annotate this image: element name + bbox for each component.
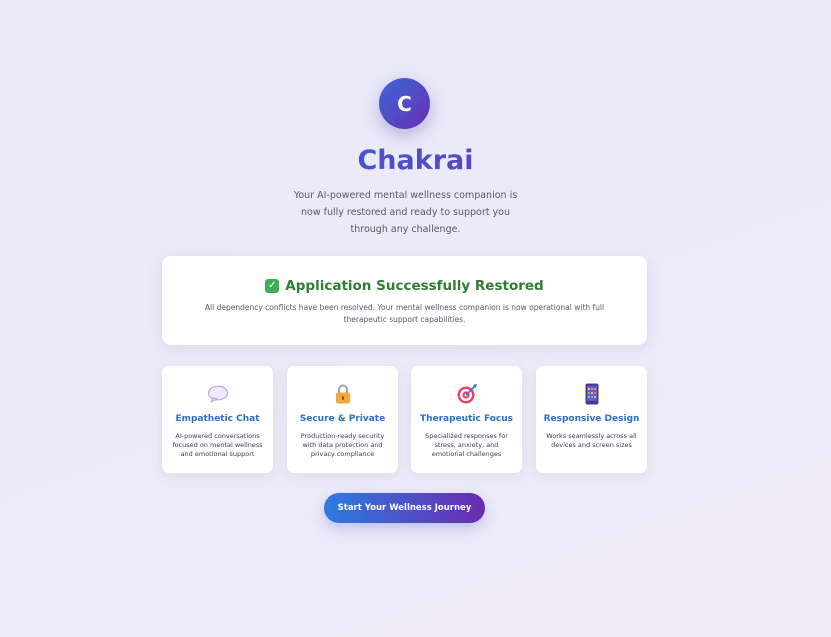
status-card: ✓ Application Successfully Restored All … <box>162 256 647 345</box>
target-icon <box>411 383 522 405</box>
feature-title: Empathetic Chat <box>175 414 260 424</box>
feature-description: Works seamlessly across all devices and … <box>546 432 637 449</box>
app-name: Chakrai <box>0 145 831 176</box>
start-wellness-journey-button[interactable]: Start Your Wellness Journey <box>324 493 485 523</box>
tagline: Your AI-powered mental wellness companio… <box>293 190 518 235</box>
padlock-icon <box>287 383 398 405</box>
feature-card-empathetic-chat: Empathetic Chat AI-powered conversations… <box>162 366 273 473</box>
mobile-phone-icon <box>536 383 647 405</box>
feature-description: AI-powered conversations focused on ment… <box>172 432 263 458</box>
status-description: All dependency conflicts have been resol… <box>204 303 605 324</box>
feature-title: Therapeutic Focus <box>419 414 514 424</box>
page: C Chakrai Your AI-powered mental wellnes… <box>0 0 831 637</box>
status-title: Application Successfully Restored <box>285 278 544 294</box>
feature-card-responsive-design: Responsive Design Works seamlessly acros… <box>536 366 647 473</box>
speech-bubble-icon <box>162 383 273 405</box>
feature-grid: Empathetic Chat AI-powered conversations… <box>162 366 647 473</box>
check-box-icon: ✓ <box>265 279 280 293</box>
feature-card-therapeutic-focus: Therapeutic Focus Specialized responses … <box>411 366 522 473</box>
feature-title: Responsive Design <box>543 414 640 424</box>
app-logo: C <box>379 78 430 129</box>
status-heading: ✓ Application Successfully Restored <box>162 278 647 294</box>
feature-description: Production-ready security with data prot… <box>300 432 385 458</box>
feature-title: Secure & Private <box>299 414 386 424</box>
feature-description: Specialized responses for stress, anxiet… <box>425 432 508 458</box>
logo-letter: C <box>397 91 412 116</box>
feature-card-secure-private: Secure & Private Production-ready securi… <box>287 366 398 473</box>
